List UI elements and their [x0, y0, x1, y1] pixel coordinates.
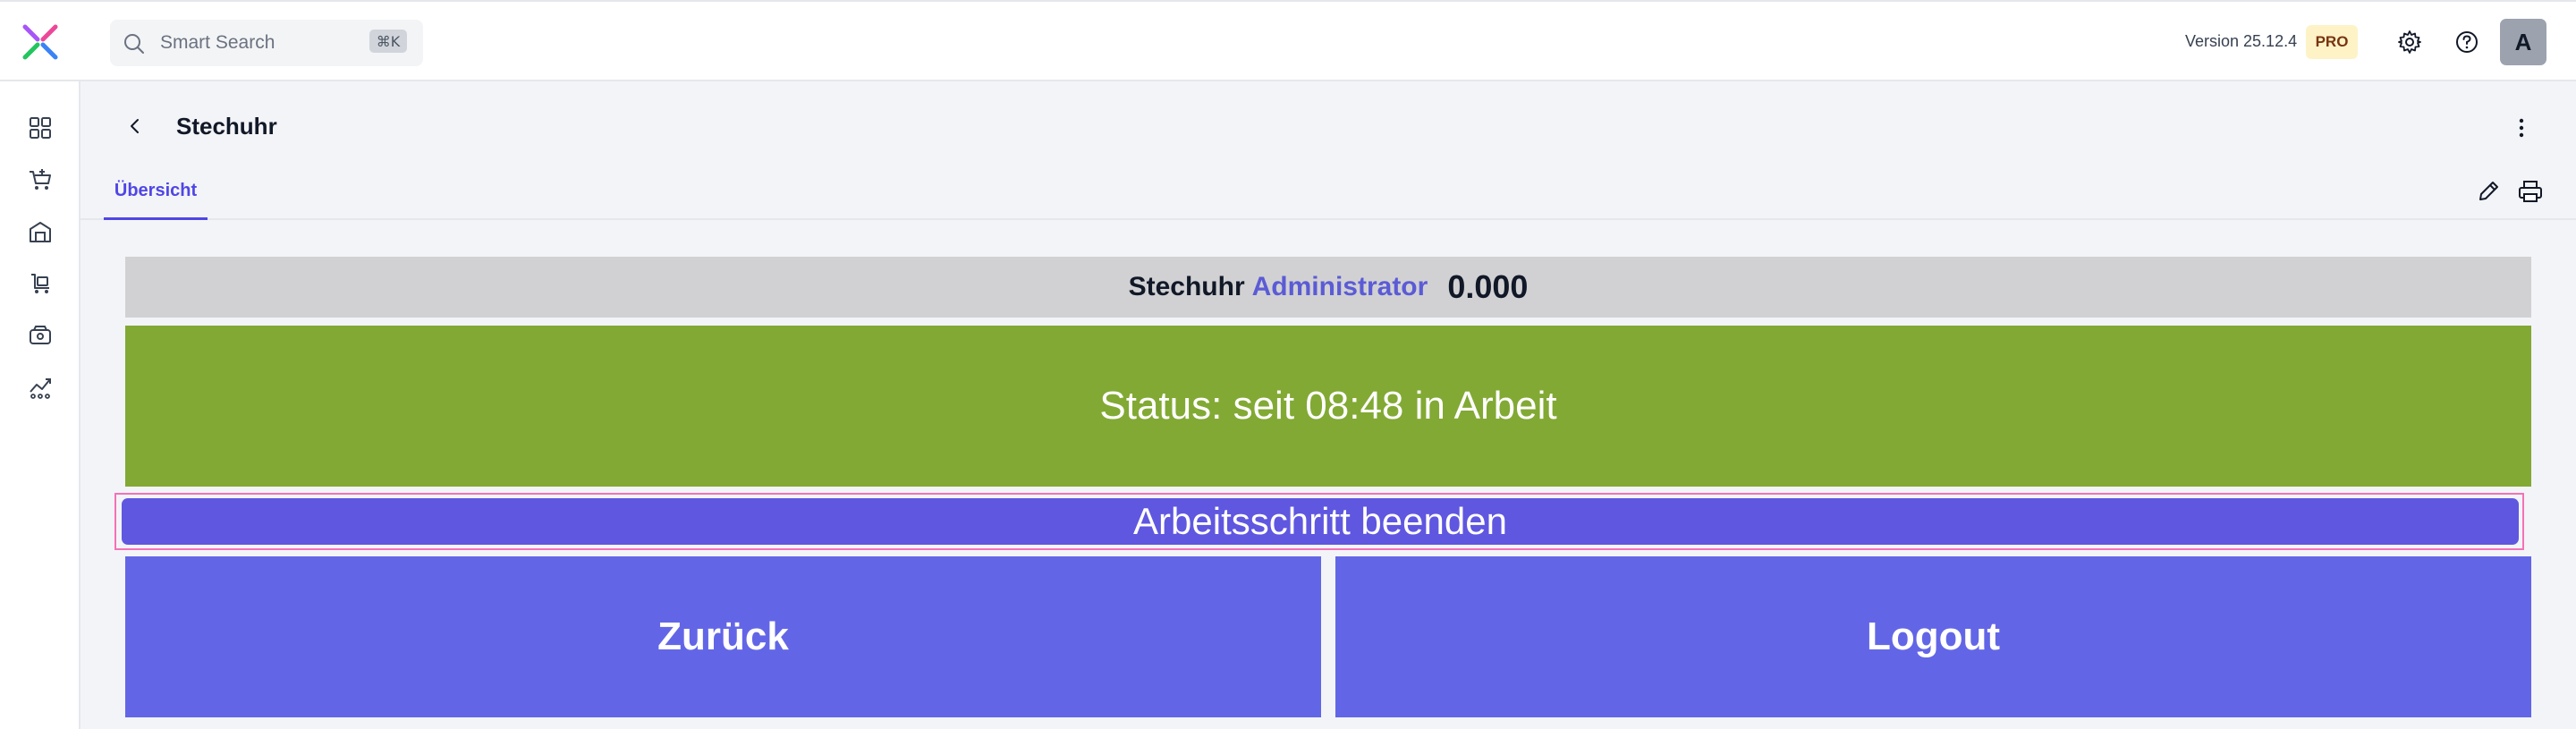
top-bar: ⌘K Version 25.12.4 PRO A: [0, 0, 2576, 81]
clock-value: 0.000: [1447, 268, 1529, 305]
app-logo-icon[interactable]: [21, 23, 59, 61]
help-icon[interactable]: [2453, 29, 2480, 55]
tab-uebersicht[interactable]: Übersicht: [104, 175, 208, 220]
warehouse-icon[interactable]: [27, 218, 54, 245]
status-banner: Status: seit 08:48 in Arbeit: [125, 326, 2531, 487]
back-icon[interactable]: [123, 114, 147, 138]
sidebar: [0, 81, 80, 729]
version-label: Version 25.12.4: [2185, 32, 2298, 50]
shopping-trolley-icon[interactable]: [27, 270, 54, 297]
register-icon[interactable]: [27, 322, 54, 349]
more-options-icon[interactable]: [2510, 114, 2533, 141]
search-shortcut-badge: ⌘K: [369, 30, 407, 53]
edit-icon[interactable]: [2476, 179, 2501, 204]
settings-icon[interactable]: [2396, 29, 2423, 55]
analytics-icon[interactable]: [27, 374, 54, 401]
plan-badge: PRO: [2306, 25, 2358, 59]
cart-icon[interactable]: [27, 166, 54, 193]
clock-info-bar: Stechuhr Administrator 0.000: [125, 257, 2531, 318]
back-button[interactable]: Zurück: [125, 556, 1321, 717]
print-icon[interactable]: [2517, 179, 2544, 204]
dashboard-icon[interactable]: [27, 114, 54, 141]
user-avatar[interactable]: A: [2500, 19, 2546, 65]
clock-user: Administrator: [1251, 272, 1428, 301]
page-title: Stechuhr: [176, 113, 277, 140]
search-input[interactable]: [160, 30, 357, 55]
logout-button[interactable]: Logout: [1335, 556, 2531, 717]
end-work-step-button[interactable]: Arbeitsschritt beenden: [122, 498, 2519, 545]
clock-label: Stechuhr: [1128, 272, 1245, 301]
search-icon: [123, 32, 146, 55]
tab-divider: [80, 218, 2576, 220]
